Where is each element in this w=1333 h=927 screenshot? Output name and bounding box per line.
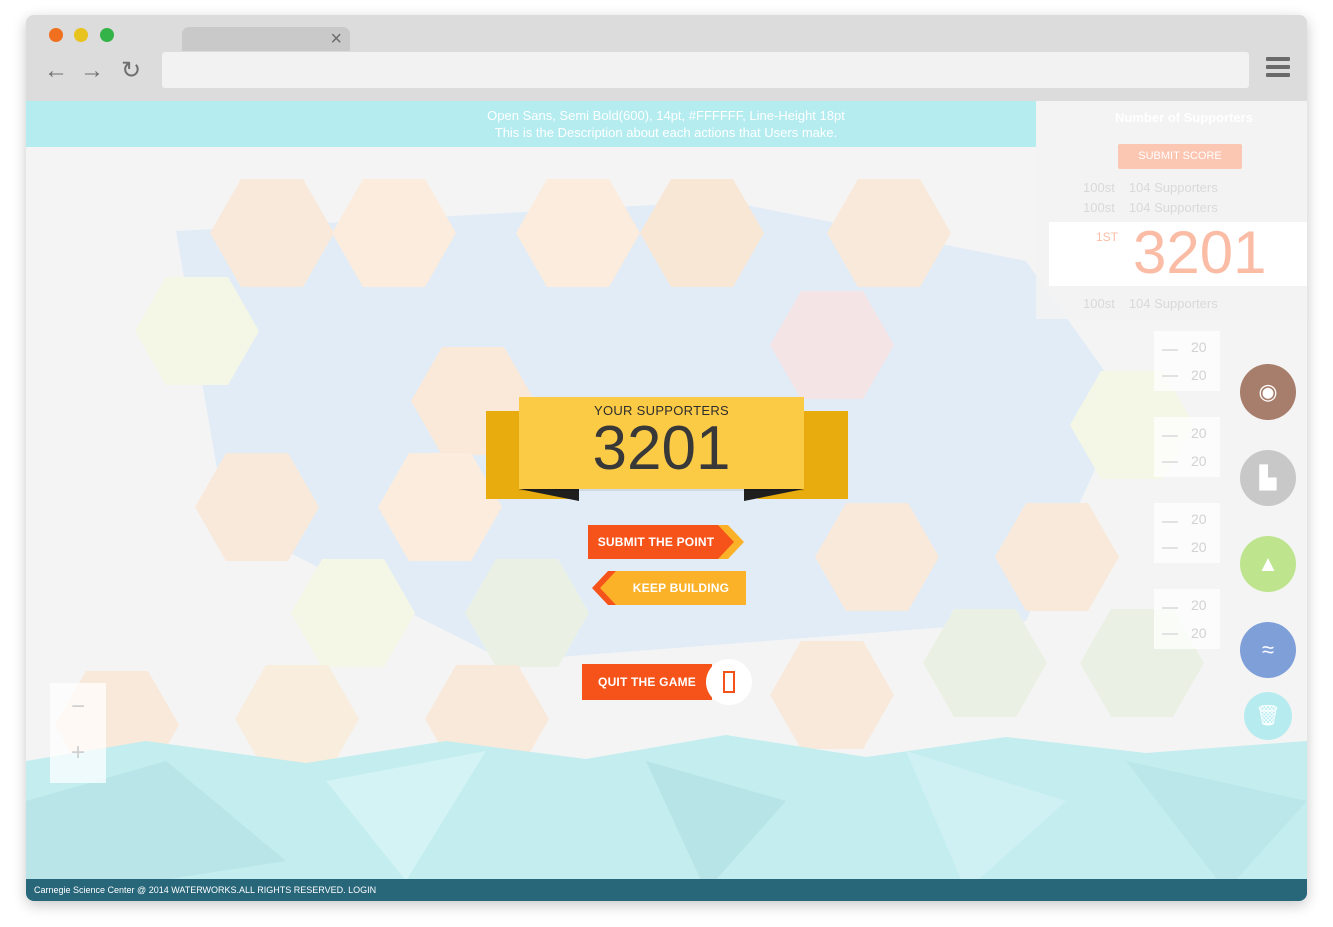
leaderboard-row: 100st 104 Supporters — [1083, 296, 1218, 311]
forest-tool-button[interactable]: ▲ — [1240, 536, 1296, 592]
leaderboard-value: 104 Supporters — [1128, 296, 1218, 311]
city-tool-button[interactable]: ▙ — [1240, 450, 1296, 506]
stat-icon — [1162, 349, 1178, 351]
hamburger-menu-icon[interactable] — [1266, 57, 1290, 81]
stat-icon — [1162, 521, 1178, 523]
stat-icon — [1162, 375, 1178, 377]
zoom-controls: − + — [50, 683, 106, 783]
stat-icon — [1162, 547, 1178, 549]
supporters-ribbon: YOUR SUPPORTERS 3201 — [486, 397, 848, 507]
camera-tool-button[interactable]: ◉ — [1240, 364, 1296, 420]
river-tool-button[interactable]: ≈ — [1240, 622, 1296, 678]
tool-stats-city: 20 20 — [1154, 417, 1220, 477]
description-bar: Open Sans, Semi Bold(600), 14pt, #FFFFFF… — [26, 101, 1036, 147]
stat-icon — [1162, 633, 1178, 635]
tool-stat-value: 20 — [1191, 625, 1207, 641]
close-window-dot[interactable] — [49, 28, 63, 42]
zoom-in-button[interactable]: + — [58, 733, 98, 773]
trash-icon: 🗑 — [1255, 705, 1281, 727]
leaderboard-title: Number of Supporters — [1115, 110, 1253, 125]
reload-icon[interactable]: ↻ — [121, 57, 141, 85]
river-icon: ≈ — [1261, 637, 1275, 662]
browser-tab[interactable]: × — [182, 27, 350, 51]
tool-stat-value: 20 — [1191, 425, 1207, 441]
ribbon-folds — [519, 489, 804, 501]
footer: Carnegie Science Center @ 2014 WATERWORK… — [26, 879, 1307, 901]
stat-icon — [1162, 435, 1178, 437]
leaderboard-rank: 100st — [1083, 296, 1115, 311]
door-icon — [723, 671, 735, 693]
keep-building-button[interactable]: KEEP BUILDING — [616, 571, 746, 605]
leaderboard-first-place: 1ST 3201 — [1049, 219, 1307, 286]
back-arrow-icon[interactable]: ← — [44, 57, 68, 85]
submit-score-button[interactable]: SUBMIT SCORE — [1118, 144, 1242, 169]
first-place-score: 3201 — [1133, 219, 1267, 286]
tool-stat-value: 20 — [1191, 453, 1207, 469]
forward-arrow-icon[interactable]: → — [80, 57, 104, 85]
tool-stat-value: 20 — [1191, 367, 1207, 383]
browser-chrome: × ← → ↻ — [26, 15, 1307, 101]
tool-stat-value: 20 — [1191, 339, 1207, 355]
leaderboard-row: 100st 104 Supporters — [1083, 200, 1218, 215]
stat-icon — [1162, 461, 1178, 463]
tool-stat-value: 20 — [1191, 597, 1207, 613]
forest-icon: ▲ — [1257, 551, 1279, 576]
game-viewport: Open Sans, Semi Bold(600), 14pt, #FFFFFF… — [26, 101, 1307, 901]
leaderboard-rank: 100st — [1083, 180, 1115, 195]
quit-door-button[interactable] — [706, 659, 752, 705]
ribbon-main: YOUR SUPPORTERS 3201 — [519, 397, 804, 489]
tool-stat-value: 20 — [1191, 539, 1207, 555]
tool-stats-forest: 20 20 — [1154, 503, 1220, 563]
close-tab-icon[interactable]: × — [330, 28, 342, 50]
browser-window: × ← → ↻ Open Sans, Semi Bold(600), 14pt,… — [26, 15, 1307, 901]
city-icon: ▙ — [1259, 465, 1277, 490]
tool-stats-camera: 20 20 — [1154, 331, 1220, 391]
minimize-window-dot[interactable] — [74, 28, 88, 42]
leaderboard-row: 100st 104 Supporters — [1083, 180, 1218, 195]
first-place-rank: 1ST — [1096, 230, 1119, 244]
zoom-out-button[interactable]: − — [58, 687, 98, 727]
submit-the-point-button[interactable]: SUBMIT THE POINT — [588, 525, 724, 559]
camera-icon: ◉ — [1258, 379, 1278, 404]
supporters-count: 3201 — [592, 414, 731, 483]
leaderboard-value: 104 Supporters — [1128, 200, 1218, 215]
quit-the-game-button[interactable]: QUIT THE GAME — [582, 664, 712, 700]
stat-icon — [1162, 607, 1178, 609]
leaderboard-panel: Number of Supporters SUBMIT SCORE 100st 1… — [1036, 101, 1307, 319]
trash-button[interactable]: 🗑 — [1244, 692, 1292, 740]
footer-text[interactable]: Carnegie Science Center @ 2014 WATERWORK… — [34, 885, 376, 895]
leaderboard-rank: 100st — [1083, 200, 1115, 215]
maximize-window-dot[interactable] — [100, 28, 114, 42]
tool-stat-value: 20 — [1191, 511, 1207, 527]
leaderboard-value: 104 Supporters — [1128, 180, 1218, 195]
address-bar[interactable] — [162, 52, 1249, 88]
tool-stats-river: 20 20 — [1154, 589, 1220, 649]
